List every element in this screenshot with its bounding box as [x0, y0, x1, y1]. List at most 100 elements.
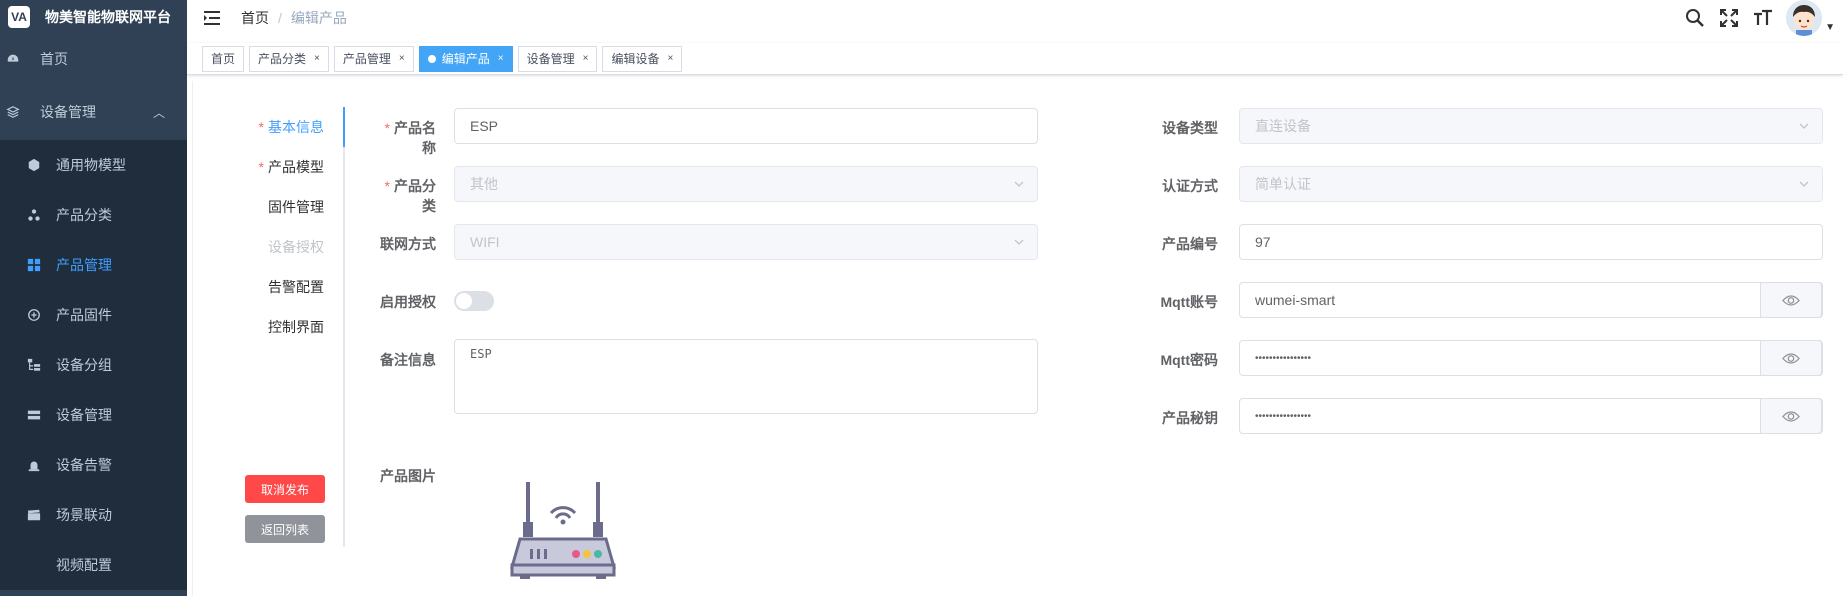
tag-home[interactable]: 首页: [202, 45, 245, 72]
tag-product-category[interactable]: 产品分类 ×: [249, 45, 329, 72]
close-icon[interactable]: ×: [498, 53, 504, 64]
tab-alarm-config[interactable]: 告警配置: [193, 267, 343, 307]
navbar: 首页 / 编辑产品 ▼: [187, 0, 1843, 36]
enable-auth-switch[interactable]: [454, 291, 494, 311]
grid-icon: [27, 258, 41, 272]
product-image-upload[interactable]: [508, 477, 618, 581]
tag-edit-device[interactable]: 编辑设备 ×: [602, 45, 683, 72]
chevron-up-icon: ︿: [152, 105, 165, 120]
mqtt-account-label: Mqtt账号: [1160, 294, 1218, 310]
font-size-icon: [1754, 9, 1773, 25]
tag-label: 首页: [211, 52, 236, 66]
required-mark: *: [258, 119, 264, 135]
sidebar-submenu: 通用物模型 产品分类 产品管理 产品固件 设备分组 设备管理 设备告警 场景联动…: [0, 140, 187, 590]
caret-down-icon[interactable]: ▼: [1825, 22, 1835, 33]
auth-method-select: 简单认证: [1239, 166, 1823, 202]
mqtt-account-input[interactable]: wumei-smart: [1239, 282, 1823, 318]
input-value: 97: [1255, 234, 1271, 250]
close-icon[interactable]: ×: [399, 53, 405, 64]
tab-basic-info[interactable]: * 基本信息: [193, 107, 345, 147]
remark-textarea[interactable]: ESP: [454, 339, 1038, 414]
input-value: ••••••••••••••••: [1255, 352, 1312, 364]
switch-knob: [456, 293, 472, 309]
tag-product-management[interactable]: 产品管理 ×: [333, 45, 414, 72]
unpublish-button[interactable]: 取消发布: [245, 475, 325, 503]
tag-label: 产品分类: [258, 52, 307, 66]
sidebar-item-label: 设备分组: [56, 357, 112, 373]
active-dot-icon: [427, 54, 436, 63]
device-type-select: 直连设备: [1239, 108, 1823, 144]
sidebar-group-device-management[interactable]: 设备管理 ︿: [0, 84, 187, 140]
sidebar-item-label: 通用物模型: [56, 157, 126, 173]
sidebar-item-label: 产品分类: [56, 207, 112, 223]
breadcrumb: 首页 / 编辑产品: [241, 8, 347, 28]
sidebar-item-home[interactable]: 首页: [0, 34, 187, 84]
device-type-label: 设备类型: [1162, 120, 1218, 136]
product-name-label: * 产品名称: [371, 118, 436, 158]
sidebar-item-device-alarm[interactable]: 设备告警: [0, 440, 187, 490]
tree-icon: [27, 358, 41, 372]
sidebar-group-label: 设备管理: [40, 104, 96, 120]
sidebar-item-label: 产品固件: [56, 307, 112, 323]
sidebar-item-generic-model[interactable]: 通用物模型: [0, 140, 187, 190]
select-value: 其他: [470, 176, 498, 192]
menu-fold-icon[interactable]: [204, 10, 222, 26]
tab-product-model[interactable]: * 产品模型: [193, 147, 343, 187]
product-name-input[interactable]: ESP: [454, 108, 1038, 144]
breadcrumb-separator: /: [278, 10, 282, 26]
enable-auth-label: 启用授权: [380, 294, 436, 310]
mqtt-password-input[interactable]: ••••••••••••••••: [1239, 340, 1823, 376]
required-mark: *: [258, 159, 264, 175]
sidebar-item-label: 设备告警: [56, 457, 112, 473]
back-to-list-button[interactable]: 返回列表: [245, 515, 325, 543]
tag-label: 设备管理: [526, 52, 575, 66]
tag-device-management[interactable]: 设备管理 ×: [517, 45, 598, 72]
show-password-button[interactable]: [1760, 282, 1822, 318]
fullscreen-button[interactable]: [1712, 1, 1746, 35]
network-select: WIFI: [454, 224, 1038, 260]
sidebar-item-video-config[interactable]: 视频配置: [0, 540, 187, 590]
dashboard-icon: [6, 52, 20, 66]
product-category-label: * 产品分类: [371, 176, 436, 216]
tags-view: 首页 产品分类 × 产品管理 × 编辑产品 × 设备管理 × 编辑设备 ×: [187, 43, 1843, 75]
sidebar-item-label: 产品管理: [56, 257, 112, 273]
product-image-label: 产品图片: [380, 468, 436, 484]
required-mark: *: [384, 178, 390, 194]
eye-icon: [1782, 352, 1800, 364]
logo[interactable]: VA 物美智能物联网平台: [0, 0, 187, 34]
close-icon[interactable]: ×: [667, 53, 673, 64]
breadcrumb-home[interactable]: 首页: [241, 8, 269, 28]
sidebar-item-device-group[interactable]: 设备分组: [0, 340, 187, 390]
search-button[interactable]: [1678, 1, 1712, 35]
server-icon: [27, 408, 41, 422]
sidebar-item-scene-linkage[interactable]: 场景联动: [0, 490, 187, 540]
label-text: 产品名称: [394, 120, 436, 156]
network-label: 联网方式: [380, 236, 436, 252]
chevron-down-icon: [1799, 181, 1809, 187]
close-icon[interactable]: ×: [314, 53, 320, 64]
auth-method-label: 认证方式: [1162, 178, 1218, 194]
select-value: WIFI: [470, 234, 500, 250]
firmware-icon: [27, 308, 41, 322]
sidebar-item-device-management[interactable]: 设备管理: [0, 390, 187, 440]
close-icon[interactable]: ×: [583, 53, 589, 64]
font-size-button[interactable]: [1746, 1, 1780, 35]
sidebar-item-product-firmware[interactable]: 产品固件: [0, 290, 187, 340]
tab-firmware[interactable]: 固件管理: [193, 187, 343, 227]
tag-edit-product[interactable]: 编辑产品 ×: [418, 45, 513, 72]
tab-control-ui[interactable]: 控制界面: [193, 307, 343, 347]
sidebar-item-product-management[interactable]: 产品管理: [0, 240, 187, 290]
select-value: 直连设备: [1255, 118, 1311, 134]
eye-icon: [1782, 294, 1800, 306]
product-secret-input[interactable]: ••••••••••••••••: [1239, 398, 1823, 434]
breadcrumb-current: 编辑产品: [290, 10, 347, 26]
tag-label: 产品管理: [342, 52, 391, 66]
tag-label: 编辑设备: [611, 52, 660, 66]
sidebar-item-product-category[interactable]: 产品分类: [0, 190, 187, 240]
show-password-button[interactable]: [1760, 340, 1822, 376]
avatar[interactable]: [1786, 0, 1823, 36]
main-content: * 基本信息 * 产品模型 固件管理 设备授权 告警配置 控制界面 取消发布 返回列…: [192, 81, 1843, 596]
cube-icon: [27, 158, 41, 172]
show-password-button[interactable]: [1760, 398, 1822, 434]
product-id-input[interactable]: 97: [1239, 224, 1823, 260]
